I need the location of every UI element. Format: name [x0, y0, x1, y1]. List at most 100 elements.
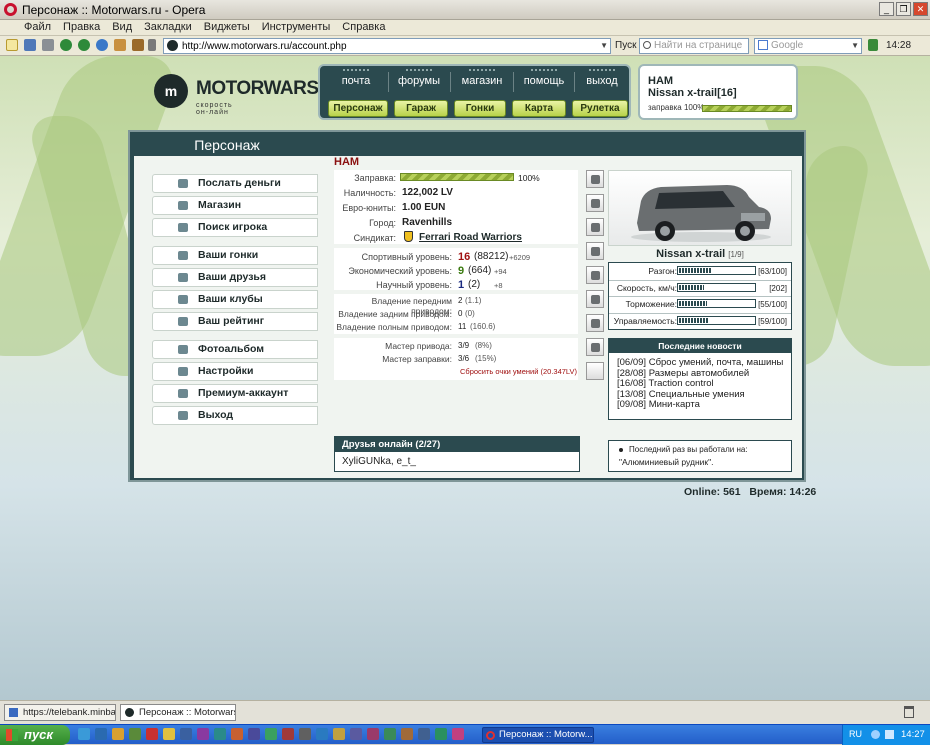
nav-logout[interactable]: выход — [576, 69, 628, 87]
edit-icon[interactable] — [148, 39, 156, 51]
menu-tools[interactable]: Инструменты — [256, 20, 337, 34]
quick-launch-app-icon[interactable] — [163, 728, 175, 740]
home-icon[interactable] — [114, 39, 126, 51]
panel-title: Персонаж — [194, 137, 260, 153]
quick-launch-app-icon[interactable] — [214, 728, 226, 740]
sidebar-item-11[interactable]: Выход — [152, 406, 318, 425]
news-item[interactable]: [13/08] Специальные умения — [617, 389, 745, 400]
news-block: Последние новости [06/09] Сброс умений, … — [608, 338, 792, 420]
quick-launch-app-icon[interactable] — [333, 728, 345, 740]
quick-launch-app-icon[interactable] — [418, 728, 430, 740]
address-input[interactable]: http://www.motorwars.ru/account.php ▼ — [163, 38, 611, 54]
nav-button-garage[interactable]: Гараж — [394, 100, 448, 117]
menu-edit[interactable]: Правка — [57, 20, 106, 34]
quick-launch-app-icon[interactable] — [95, 728, 107, 740]
close-button[interactable]: ✕ — [913, 2, 928, 16]
sidebar-item-9[interactable]: Настройки — [152, 362, 318, 381]
turbo-icon[interactable] — [586, 314, 604, 332]
search-dropdown-icon[interactable]: ▼ — [851, 41, 859, 50]
sidebar-item-7[interactable]: Ваш рейтинг — [152, 312, 318, 331]
news-item[interactable]: [28/08] Размеры автомобилей — [617, 368, 749, 379]
find-input[interactable]: Найти на странице — [639, 38, 749, 54]
menu-bookmarks[interactable]: Закладки — [138, 20, 198, 34]
sidebar-item-4[interactable]: Ваши гонки — [152, 246, 318, 265]
tire-icon[interactable] — [586, 194, 604, 212]
quick-launch-app-icon[interactable] — [129, 728, 141, 740]
quick-launch-app-icon[interactable] — [248, 728, 260, 740]
quick-launch-app-icon[interactable] — [350, 728, 362, 740]
print-icon[interactable] — [42, 39, 54, 51]
address-dropdown-icon[interactable]: ▼ — [600, 41, 608, 50]
friends-list[interactable]: XyliGUNka, e_t_ — [342, 456, 416, 467]
sidebar-item-1[interactable]: Послать деньги — [152, 174, 318, 193]
nav-button-map[interactable]: Карта — [512, 100, 566, 117]
news-item[interactable]: [06/09] Сброс умений, почта, машины — [617, 357, 783, 368]
quick-launch-app-icon[interactable] — [401, 728, 413, 740]
quick-launch-app-icon[interactable] — [231, 728, 243, 740]
quick-launch-app-icon[interactable] — [78, 728, 90, 740]
nav-button-character[interactable]: Персонаж — [328, 100, 388, 117]
sidebar-item-8[interactable]: Фотоальбом — [152, 340, 318, 359]
news-item[interactable]: [09/08] Мини-карта — [617, 399, 700, 410]
quick-launch-app-icon[interactable] — [197, 728, 209, 740]
menu-help[interactable]: Справка — [336, 20, 391, 34]
tab-telebank[interactable]: https://telebank.minban... — [4, 704, 116, 721]
menu-widgets[interactable]: Виджеты — [198, 20, 256, 34]
forward-icon[interactable] — [78, 39, 90, 51]
sidebar-item-5[interactable]: Ваши друзья — [152, 268, 318, 287]
pump-icon[interactable] — [586, 338, 604, 356]
nav-help[interactable]: помощь — [515, 69, 573, 87]
syndicate-link[interactable]: Ferrari Road Warriors — [419, 232, 522, 243]
sidebar-item-3[interactable]: Поиск игрока — [152, 218, 318, 237]
quick-launch-app-icon[interactable] — [452, 728, 464, 740]
nav-forums[interactable]: форумы — [390, 69, 448, 87]
back-icon[interactable] — [60, 39, 72, 51]
spark-plug-icon[interactable] — [586, 218, 604, 236]
quick-launch-app-icon[interactable] — [180, 728, 192, 740]
menu-file[interactable]: Файл — [18, 20, 57, 34]
new-page-icon[interactable] — [6, 39, 18, 51]
quick-launch-app-icon[interactable] — [146, 728, 158, 740]
empty-slot-icon[interactable] — [586, 362, 604, 380]
quick-launch-app-icon[interactable] — [384, 728, 396, 740]
engine-icon[interactable] — [586, 290, 604, 308]
tray-clock: 14:27 — [901, 729, 925, 740]
menu-view[interactable]: Вид — [106, 20, 138, 34]
taskbar-window-button[interactable]: Персонаж :: Motorw... — [482, 727, 594, 743]
language-indicator[interactable]: RU — [849, 729, 862, 739]
sidebar-item-2[interactable]: Магазин — [152, 196, 318, 215]
start-button[interactable]: пуск — [0, 725, 70, 745]
minimize-button[interactable]: _ — [879, 2, 894, 16]
nav-button-races[interactable]: Гонки — [454, 100, 506, 117]
wand-icon[interactable] — [132, 39, 144, 51]
nav-shop[interactable]: магазин — [452, 69, 512, 87]
save-icon[interactable] — [24, 39, 36, 51]
car-photo[interactable] — [609, 171, 791, 245]
quick-launch-app-icon[interactable] — [367, 728, 379, 740]
reset-skills-link[interactable]: Сбросить очки умений (20.347LV) — [460, 367, 577, 376]
tool-icon[interactable] — [586, 170, 604, 188]
quick-launch-app-icon[interactable] — [299, 728, 311, 740]
tray-app-icon[interactable] — [871, 730, 880, 739]
trash-icon[interactable] — [904, 706, 914, 718]
quick-launch-app-icon[interactable] — [282, 728, 294, 740]
cable-icon[interactable] — [586, 242, 604, 260]
go-button[interactable]: Пуск — [615, 40, 636, 51]
quick-launch-app-icon[interactable] — [435, 728, 447, 740]
news-item[interactable]: [16/08] Traction control — [617, 378, 714, 389]
search-input[interactable]: Google ▼ — [754, 38, 862, 54]
sidebar-item-10[interactable]: Премиум-аккаунт — [152, 384, 318, 403]
tray-volume-icon[interactable] — [885, 730, 894, 739]
nav-button-roulette[interactable]: Рулетка — [572, 100, 628, 117]
friends-icon — [178, 273, 188, 282]
reload-icon[interactable] — [96, 39, 108, 51]
quick-launch-app-icon[interactable] — [112, 728, 124, 740]
quick-launch-app-icon[interactable] — [265, 728, 277, 740]
sidebar-item-6[interactable]: Ваши клубы — [152, 290, 318, 309]
tab-motorwars[interactable]: Персонаж :: Motorwars.ru — [120, 704, 236, 721]
level-label: Спортивный уровень: — [361, 252, 452, 262]
cd-icon[interactable] — [586, 266, 604, 284]
quick-launch-app-icon[interactable] — [316, 728, 328, 740]
restore-button[interactable]: ❐ — [896, 2, 911, 16]
nav-mail[interactable]: почта — [326, 69, 386, 87]
